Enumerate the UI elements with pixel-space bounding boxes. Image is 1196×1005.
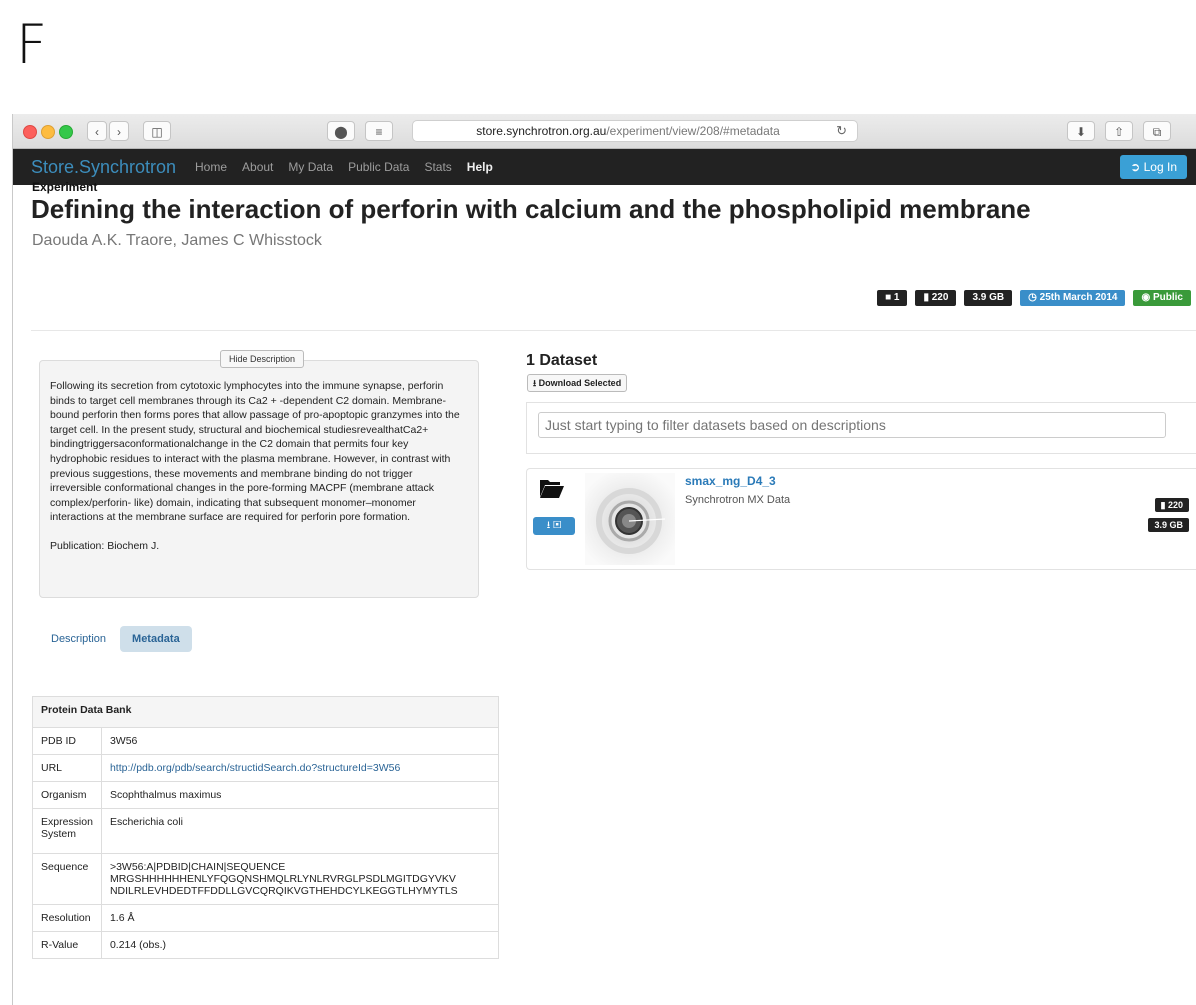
file-icon: ▮ [1160, 500, 1166, 510]
address-bar[interactable]: store.synchrotron.org.au/experiment/view… [412, 120, 858, 142]
clock-icon: ◷ [1028, 292, 1037, 303]
dataset-size-badge: 3.9 GB [1148, 518, 1189, 532]
login-button[interactable]: ➲ Log In [1120, 155, 1187, 179]
table-row: Organism Scophthalmus maximus [32, 781, 499, 809]
site-brand[interactable]: Store.Synchrotron [31, 157, 176, 178]
nav-home[interactable]: Home [195, 149, 227, 185]
table-row: Resolution 1.6 Å [32, 904, 499, 932]
metadata-value: 0.214 (obs.) [100, 931, 499, 959]
tab-description[interactable]: Description [39, 626, 118, 652]
metadata-key: Resolution [32, 904, 102, 932]
metadata-value: 3W56 [100, 727, 499, 755]
sidebar-icon: ◫ [151, 125, 163, 139]
reload-icon[interactable]: ↻ [836, 121, 847, 141]
metadata-value: Scophthalmus maximus [100, 781, 499, 809]
metadata-key: Sequence [32, 853, 102, 905]
file-icon: ▮ [923, 292, 929, 303]
date-badge: ◷ 25th March 2014 [1020, 290, 1126, 306]
datasets-heading: 1 Dataset [526, 352, 598, 369]
download-icon: ⭳ [533, 378, 537, 388]
size-badge: 3.9 GB [964, 290, 1013, 306]
tab-metadata[interactable]: Metadata [120, 626, 192, 652]
dataset-name-link[interactable]: smax_mg_D4_3 [685, 474, 776, 488]
dataset-files-badge: ▮ 220 [1154, 498, 1189, 512]
dataset-download-button[interactable]: ⭳ ▣ [533, 517, 575, 535]
dataset-card: ⭳ ▣ smax_mg_D4_3 Synchrotron MX Data ▮ 2… [526, 468, 1196, 570]
nav-about[interactable]: About [242, 149, 273, 185]
download-selected-button[interactable]: ⭳ Download Selected [527, 374, 628, 392]
metadata-value: 1.6 Å [100, 904, 499, 932]
table-row: PDB ID 3W56 [32, 727, 499, 755]
experiment-badges: ■ 1 ▮ 220 3.9 GB ◷ 25th March 2014 ◉ Pub… [877, 290, 1191, 306]
folder-open-icon [540, 480, 564, 498]
download-icon: ⭳ [546, 520, 551, 531]
nav-my-data[interactable]: My Data [288, 149, 333, 185]
tabs-icon: ⧉ [1152, 125, 1162, 139]
reader-icon: ≡ [375, 125, 383, 139]
nav-public-data[interactable]: Public Data [348, 149, 409, 185]
publication-text: Publication: Biochem J. [50, 539, 160, 552]
share-button[interactable]: ⇧ [1105, 121, 1133, 141]
chevron-left-icon: ‹ [95, 125, 99, 139]
description-text: Following its secretion from cytotoxic l… [50, 380, 460, 524]
nav-help[interactable]: Help [467, 149, 493, 185]
experiment-label: Experiment [32, 180, 98, 194]
eye-icon: ◉ [1141, 292, 1151, 303]
forward-button[interactable]: › [109, 121, 129, 141]
diffraction-thumbnail[interactable] [585, 473, 675, 565]
divider [31, 330, 1196, 331]
page-title: Defining the interaction of perforin wit… [31, 194, 1031, 224]
reader-button[interactable]: ≡ [365, 121, 393, 141]
metadata-key: PDB ID [32, 727, 102, 755]
downloads-button[interactable]: ⬇ [1067, 121, 1095, 141]
metadata-key: Organism [32, 781, 102, 809]
login-icon: ➲ [1130, 160, 1141, 174]
nav-links: Home About My Data Public Data Stats Hel… [195, 149, 508, 185]
metadata-key: R-Value [32, 931, 102, 959]
metadata-table: Protein Data Bank PDB ID 3W56 URL http://p… [32, 696, 499, 959]
browser-window: ‹ › ◫ ⬤ ≡ store.synchrotron.org.au/exper… [12, 114, 1196, 1005]
folder-icon: ■ [885, 292, 892, 303]
site-navbar: Store.Synchrotron Home About My Data Pub… [13, 149, 1196, 185]
access-badge: ◉ Public [1133, 290, 1191, 306]
table-row: URL http://pdb.org/pdb/search/structidSea… [32, 754, 499, 782]
share-icon: ⇧ [1113, 125, 1125, 139]
browser-titlebar: ‹ › ◫ ⬤ ≡ store.synchrotron.org.au/exper… [13, 114, 1196, 149]
metadata-value: Escherichia coli [100, 808, 499, 854]
nav-stats[interactable]: Stats [424, 149, 451, 185]
metadata-value: >3W56:A|PDBID|CHAIN|SEQUENCE MRGSHHHHHHEN… [100, 853, 499, 905]
close-window-button[interactable] [23, 125, 37, 139]
metadata-section-title: Protein Data Bank [32, 696, 499, 728]
chevron-right-icon: › [117, 125, 121, 139]
zoom-window-button[interactable] [59, 125, 73, 139]
extension-button[interactable]: ⬤ [327, 121, 355, 141]
diffraction-image [596, 488, 666, 554]
file-count-badge: ▮ 220 [915, 290, 957, 306]
metadata-key: Expression System [32, 808, 102, 854]
description-panel: Following its secretion from cytotoxic l… [39, 360, 479, 598]
minimize-window-button[interactable] [41, 125, 55, 139]
hide-description-button[interactable]: Hide Description [220, 350, 305, 368]
checkbox-icon: ▣ [552, 520, 562, 531]
table-row: Expression System Escherichia coli [32, 808, 499, 854]
tab-bar: Description Metadata [39, 626, 192, 652]
sidebar-toggle-button[interactable]: ◫ [143, 121, 171, 141]
address-text: store.synchrotron.org.au/experiment/view… [476, 124, 780, 138]
pdb-url-link[interactable]: http://pdb.org/pdb/search/structidSearch… [110, 762, 400, 774]
tabs-button[interactable]: ⧉ [1143, 121, 1171, 141]
panel-letter: F [16, 13, 48, 76]
filter-container [526, 402, 1196, 454]
metadata-key: URL [32, 754, 102, 782]
table-row: Sequence >3W56:A|PDBID|CHAIN|SEQUENCE MRG… [32, 853, 499, 905]
dataset-filter-input[interactable] [538, 412, 1166, 438]
shield-icon: ⬤ [334, 125, 348, 139]
download-icon: ⬇ [1075, 125, 1087, 139]
dataset-count-badge: ■ 1 [877, 290, 908, 306]
experiment-authors: Daouda A.K. Traore, James C Whisstock [32, 232, 322, 249]
dataset-type: Synchrotron MX Data [685, 494, 791, 506]
back-button[interactable]: ‹ [87, 121, 107, 141]
table-row: R-Value 0.214 (obs.) [32, 931, 499, 959]
